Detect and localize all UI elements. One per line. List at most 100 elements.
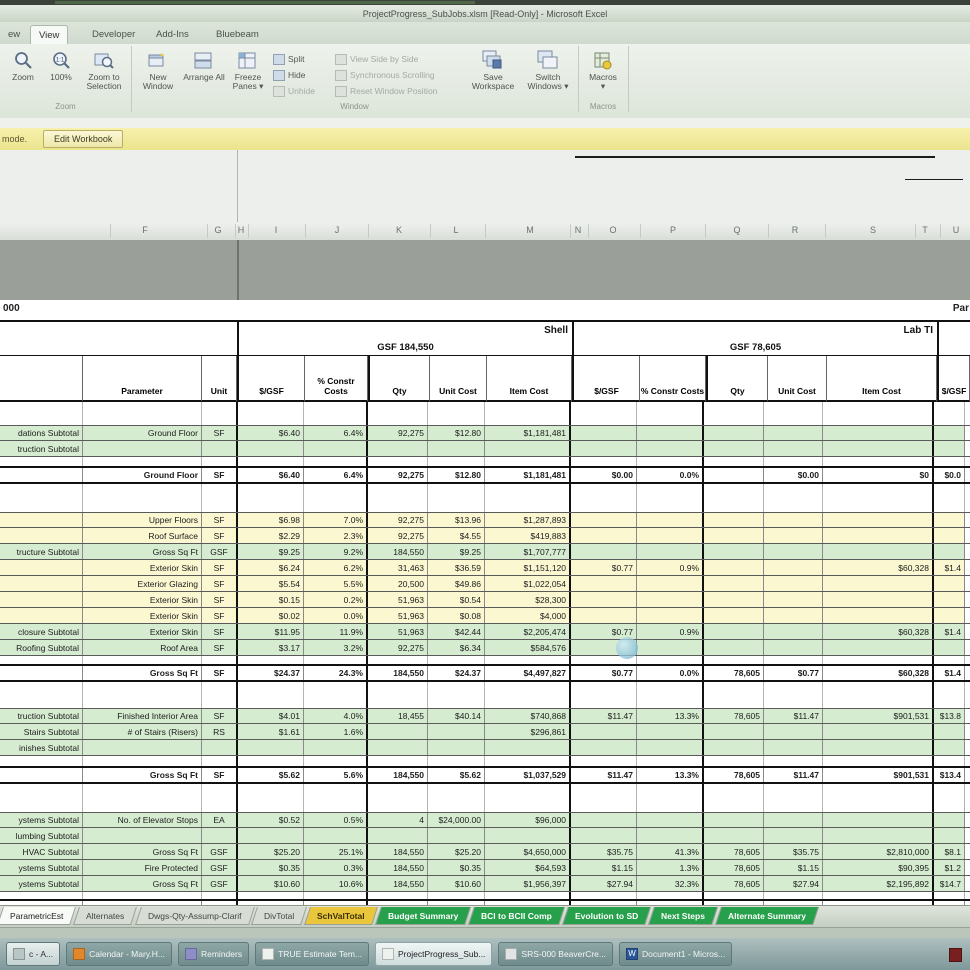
cell-parameter[interactable]: Gross Sq Ft [83,844,202,859]
tab-partial[interactable]: ew [0,25,28,43]
shell-cell-sgsf[interactable]: $0.52 [236,813,304,827]
column-header-S[interactable]: S [870,225,876,235]
lab-cell-itemcost[interactable]: $0 [823,468,933,482]
cell-subtotal-label[interactable]: dations Subtotal [0,426,83,440]
lab-cell-itemcost[interactable] [823,724,933,739]
lab-cell-unitcost[interactable] [764,513,823,527]
shell-cell-sgsf[interactable]: $2.29 [236,528,304,543]
lab-cell-itemcost[interactable] [823,813,933,827]
taskbar-button-projectprogress-sub-[interactable]: ProjectProgress_Sub... [375,942,492,966]
shell-cell-itemcost[interactable]: $1,151,120 [485,560,570,575]
shell-cell-qty[interactable]: 20,500 [366,576,428,591]
column-header-H[interactable]: H [238,225,245,235]
shell-cell-itemcost[interactable]: $740,868 [485,709,570,723]
cell-parameter[interactable]: Upper Floors [83,513,202,527]
far-cell-sgsf[interactable]: $1.4 [932,666,965,680]
sheet-tab-alternate-summary[interactable]: Alternate Summary [715,907,819,925]
shell-cell-unitcost[interactable]: $36.59 [428,560,485,575]
unhide-button[interactable]: Unhide [273,84,315,98]
lab-cell-sgsf[interactable] [569,426,637,440]
far-cell-sgsf[interactable] [932,813,965,827]
shell-cell-pct[interactable]: 6.4% [304,426,367,440]
column-header-L[interactable]: L [453,225,458,235]
far-cell-sgsf[interactable] [932,640,965,655]
lab-cell-sgsf[interactable] [569,724,637,739]
cell-subtotal-label[interactable]: HVAC Subtotal [0,844,83,859]
lab-cell-sgsf[interactable]: $35.75 [569,844,637,859]
total-row[interactable]: Gross Sq FtSF$24.3724.3%184,550$24.37$4,… [0,664,970,682]
lab-cell-pct[interactable] [637,528,703,543]
shell-cell-pct[interactable]: 0.2% [304,592,367,607]
cell-subtotal-label[interactable]: ystems Subtotal [0,813,83,827]
cell-subtotal-label[interactable] [0,560,83,575]
cell-parameter[interactable] [83,441,202,456]
cell-unit[interactable] [202,441,237,456]
hide-button[interactable]: Hide [273,68,305,82]
lab-cell-sgsf[interactable] [569,813,637,827]
sheet-tab-next-steps[interactable]: Next Steps [649,907,719,925]
shell-cell-pct[interactable]: 4.0% [304,709,367,723]
tab-bluebeam[interactable]: Bluebeam [208,25,267,43]
sheet-tab-parametricest[interactable]: ParametricEst [0,907,76,925]
shell-cell-itemcost[interactable]: $1,287,893 [485,513,570,527]
cell-parameter[interactable]: Exterior Skin [83,592,202,607]
lab-cell-pct[interactable]: 0.0% [637,468,703,482]
lab-cell-unitcost[interactable] [764,740,823,755]
tab-view[interactable]: View [30,25,68,44]
table-row[interactable]: Exterior SkinSF$0.020.0%51,963$0.08$4,00… [0,608,970,624]
shell-cell-qty[interactable]: 18,455 [366,709,428,723]
taskbar-button-document1-micros-[interactable]: WDocument1 - Micros... [619,942,732,966]
cell-subtotal-label[interactable]: closure Subtotal [0,624,83,639]
cell-unit[interactable]: SF [202,608,237,623]
column-header-N[interactable]: N [575,225,582,235]
lab-cell-itemcost[interactable] [823,513,933,527]
cell-subtotal-label[interactable]: tructure Subtotal [0,544,83,559]
tray-icon[interactable] [949,948,962,962]
shell-cell-unitcost[interactable]: $0.54 [428,592,485,607]
cell-parameter[interactable]: Finished Interior Area [83,709,202,723]
shell-cell-sgsf[interactable]: $0.15 [236,592,304,607]
lab-cell-sgsf[interactable]: $11.47 [569,709,637,723]
cell-subtotal-label[interactable]: Stairs Subtotal [0,724,83,739]
lab-cell-qty[interactable]: 78,605 [702,666,764,680]
cell-subtotal-label[interactable]: truction Subtotal [0,709,83,723]
table-row[interactable]: ystems SubtotalGross Sq FtGSF$10.6010.6%… [0,876,970,892]
split-button[interactable]: Split [273,52,305,66]
far-cell-sgsf[interactable] [932,828,965,843]
shell-cell-itemcost[interactable]: $4,000 [485,608,570,623]
lab-cell-pct[interactable] [637,544,703,559]
shell-cell-itemcost[interactable]: $64,593 [485,860,570,875]
switch-windows-button[interactable]: Switch Windows ▾ [523,49,573,91]
cell-parameter[interactable]: # of Stairs (Risers) [83,724,202,739]
table-row[interactable]: Exterior SkinSF$6.246.2%31,463$36.59$1,1… [0,560,970,576]
lab-cell-qty[interactable] [702,513,764,527]
shell-cell-sgsf[interactable]: $4.01 [236,709,304,723]
lab-cell-unitcost[interactable] [764,608,823,623]
far-cell-sgsf[interactable] [932,426,965,440]
lab-cell-itemcost[interactable] [823,592,933,607]
cell-unit[interactable]: SF [202,560,237,575]
lab-cell-pct[interactable] [637,813,703,827]
lab-cell-itemcost[interactable]: $901,531 [823,768,933,782]
shell-cell-sgsf[interactable] [236,828,304,843]
cell-unit[interactable]: SF [202,528,237,543]
shell-cell-pct[interactable]: 24.3% [304,666,367,680]
edit-workbook-button[interactable]: Edit Workbook [43,130,123,148]
lab-cell-itemcost[interactable] [823,608,933,623]
cell-unit[interactable]: SF [202,624,237,639]
cell-parameter[interactable]: Gross Sq Ft [83,544,202,559]
lab-cell-sgsf[interactable] [569,441,637,456]
far-cell-sgsf[interactable] [932,513,965,527]
shell-cell-pct[interactable]: 10.6% [304,876,367,891]
shell-cell-pct[interactable]: 0.5% [304,813,367,827]
cell-parameter[interactable]: Roof Area [83,640,202,655]
lab-cell-qty[interactable]: 78,605 [702,768,764,782]
lab-cell-qty[interactable]: 78,605 [702,876,764,891]
shell-cell-itemcost[interactable]: $1,956,397 [485,876,570,891]
lab-cell-itemcost[interactable] [823,528,933,543]
lab-cell-unitcost[interactable] [764,426,823,440]
far-cell-sgsf[interactable]: $14.7 [932,876,965,891]
lab-cell-itemcost[interactable] [823,828,933,843]
lab-cell-qty[interactable] [702,813,764,827]
lab-cell-pct[interactable] [637,724,703,739]
